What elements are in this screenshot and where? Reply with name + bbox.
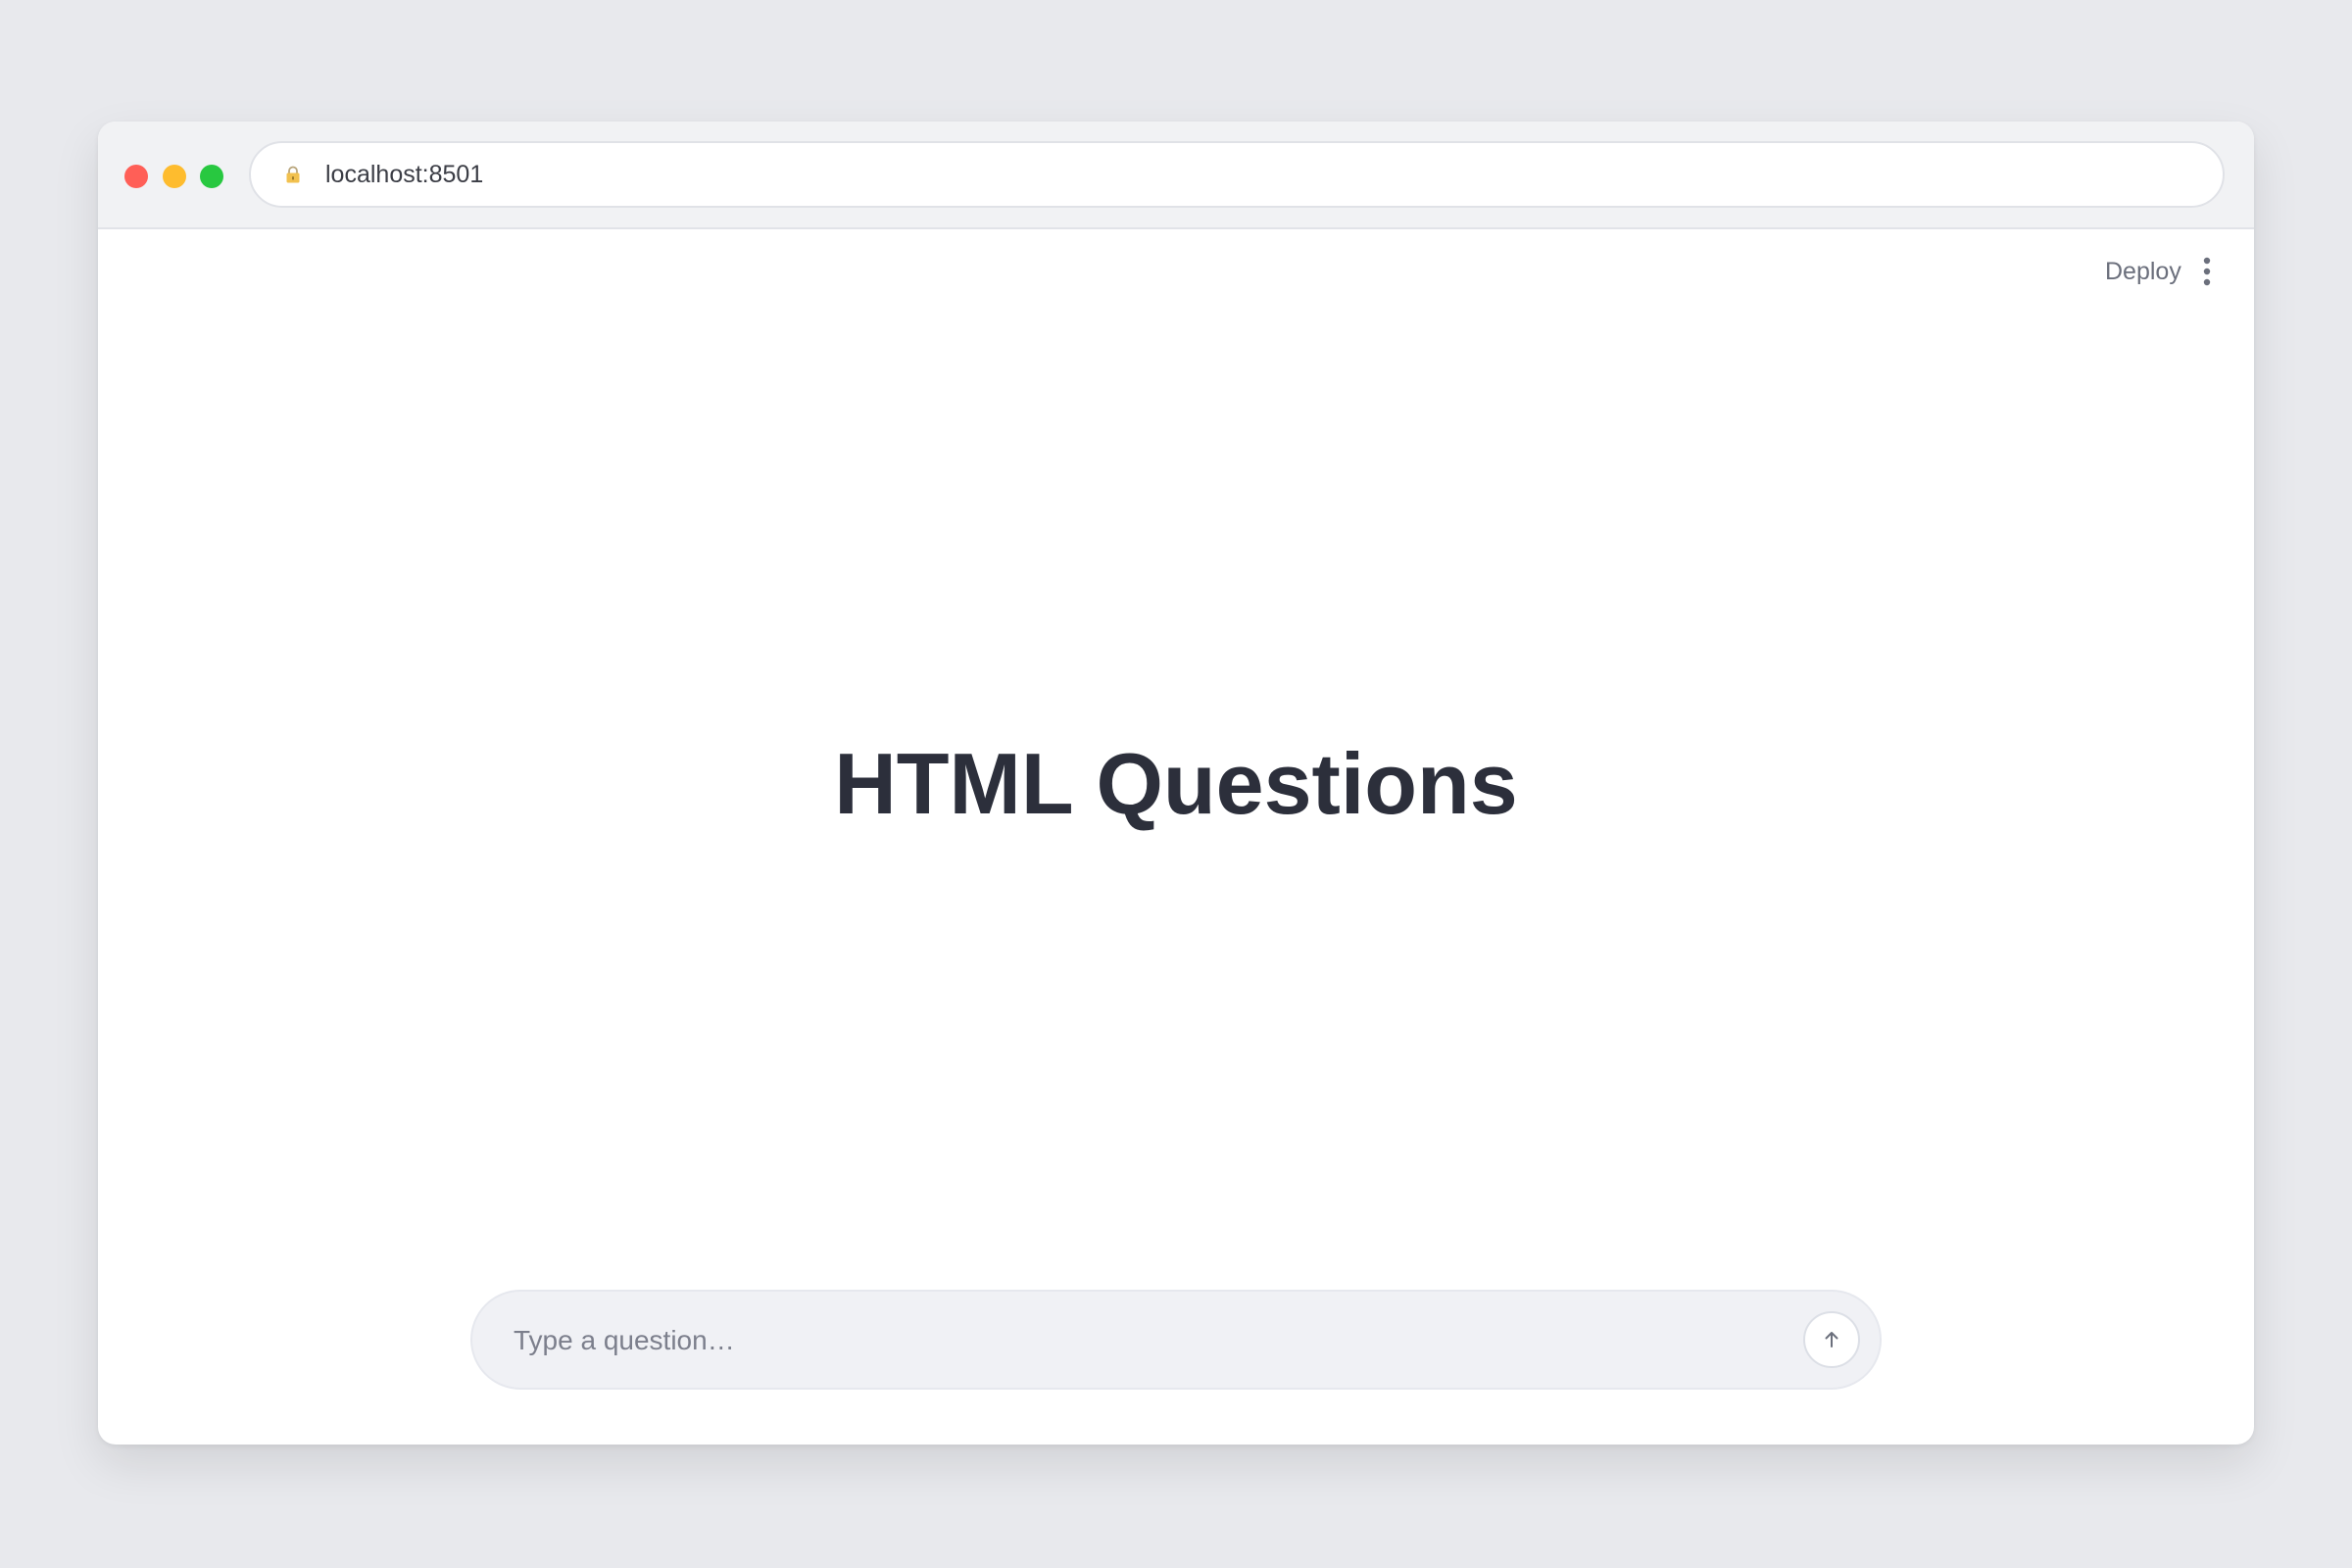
close-window-button[interactable] (124, 165, 148, 188)
maximize-window-button[interactable] (200, 165, 223, 188)
kebab-menu-icon[interactable] (2197, 255, 2217, 288)
browser-titlebar: localhost:8501 (98, 122, 2254, 229)
chat-input-container (470, 1290, 1882, 1390)
address-bar[interactable]: localhost:8501 (249, 141, 2225, 208)
url-text: localhost:8501 (325, 161, 484, 188)
arrow-up-icon (1825, 1332, 1838, 1348)
send-button[interactable] (1803, 1311, 1860, 1368)
minimize-window-button[interactable] (163, 165, 186, 188)
page-title: HTML Questions (834, 735, 1518, 832)
deploy-button[interactable]: Deploy (2105, 255, 2181, 288)
browser-window: localhost:8501 Deploy HTML Questions (98, 122, 2254, 1445)
lock-icon (286, 166, 300, 183)
question-input[interactable] (512, 1292, 1750, 1390)
